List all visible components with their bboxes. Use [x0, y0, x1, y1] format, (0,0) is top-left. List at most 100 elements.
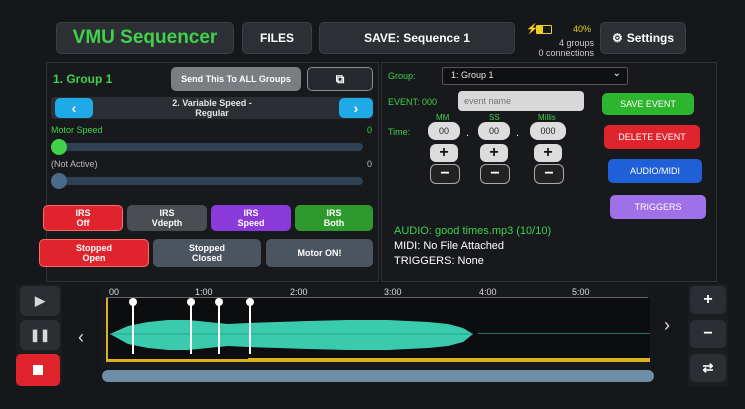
delete-event-button[interactable]: DELETE EVENT — [604, 125, 700, 149]
ss-field[interactable]: 00 — [478, 122, 510, 140]
motor-speed-slider[interactable] — [51, 139, 363, 155]
motor-on-button[interactable]: Motor ON! — [266, 239, 373, 267]
inactive-label: (Not Active) — [51, 159, 98, 169]
ss-increment-button[interactable]: + — [480, 144, 508, 162]
timeline-tick-label: 2:00 — [290, 287, 308, 297]
profile-next-button[interactable]: › — [339, 98, 373, 118]
motor-speed-knob[interactable] — [51, 139, 67, 155]
app-title: VMU Sequencer — [56, 22, 234, 54]
stopped-open-line2: Open — [82, 253, 106, 263]
mm-increment-button[interactable]: + — [430, 144, 458, 162]
irs-both-line2: Both — [323, 218, 345, 228]
ss-decrement-button[interactable]: − — [480, 164, 510, 184]
timeline[interactable]: 00 1:00 2:00 3:00 4:00 5:00 — [102, 284, 650, 368]
ss-label: SS — [489, 113, 500, 122]
event-marker[interactable] — [187, 298, 195, 354]
irs-speed-button[interactable]: IRS Speed — [211, 205, 291, 231]
timeline-tick-label: 5:00 — [572, 287, 590, 297]
triggers-info: TRIGGERS: None — [394, 255, 484, 267]
stopped-closed-button[interactable]: Stopped Closed — [153, 239, 261, 267]
irs-both-button[interactable]: IRS Both — [295, 205, 373, 231]
timeline-scrollbar[interactable] — [102, 370, 654, 382]
stopped-closed-line1: Stopped — [189, 243, 225, 253]
group-select-value: 1: Group 1 — [451, 70, 494, 80]
midi-info: MIDI: No File Attached — [394, 240, 505, 252]
audio-info: AUDIO: good times.mp3 (10/10) — [394, 225, 552, 237]
status-area: ⚡ 40% 4 groups 0 connections — [520, 22, 596, 58]
time-separator-2: . — [516, 127, 520, 139]
irs-off-button[interactable]: IRS Off — [43, 205, 123, 231]
timeline-next-button[interactable]: › — [652, 310, 682, 340]
profile-name-line1: 2. Variable Speed - — [172, 98, 252, 108]
chevron-down-icon: ⌄ — [612, 68, 621, 79]
millis-label: Millis — [538, 113, 556, 122]
mm-field[interactable]: 00 — [428, 122, 460, 140]
zoom-in-button[interactable]: + — [690, 286, 726, 314]
files-button[interactable]: FILES — [242, 22, 312, 54]
inactive-slider[interactable] — [51, 173, 363, 189]
save-button[interactable]: SAVE: Sequence 1 — [319, 22, 515, 54]
stopped-open-button[interactable]: Stopped Open — [39, 239, 149, 267]
group-title: 1. Group 1 — [53, 72, 113, 86]
pause-button[interactable]: ❚❚ — [20, 320, 60, 350]
time-label: Time: — [388, 127, 411, 137]
loop-button[interactable]: ⇄ — [690, 354, 726, 382]
irs-vdepth-line1: IRS — [159, 208, 175, 218]
event-marker[interactable] — [129, 298, 137, 354]
millis-decrement-button[interactable]: − — [534, 164, 564, 184]
screen: VMU Sequencer FILES SAVE: Sequence 1 ⚡ 4… — [0, 0, 745, 409]
mm-decrement-button[interactable]: − — [430, 164, 460, 184]
plus-icon: + — [703, 291, 713, 308]
triggers-button[interactable]: TRIGGERS — [610, 195, 706, 219]
irs-off-line1: IRS — [75, 208, 91, 218]
send-to-all-groups-button[interactable]: Send This To ALL Groups — [171, 67, 301, 91]
timeline-prev-button[interactable]: ‹ — [66, 322, 96, 352]
profile-name-line2: Regular — [195, 108, 229, 118]
event-marker[interactable] — [215, 298, 223, 354]
audio-midi-button[interactable]: AUDIO/MIDI — [608, 159, 702, 183]
audio-track[interactable] — [106, 298, 650, 362]
minus-icon: − — [703, 325, 713, 342]
stop-button[interactable] — [16, 354, 60, 386]
event-number: EVENT: 000 — [388, 97, 438, 107]
irs-vdepth-line2: Vdepth — [151, 218, 183, 228]
stopped-open-line1: Stopped — [76, 243, 112, 253]
profile-selector: ‹ 2. Variable Speed - Regular › — [51, 97, 373, 119]
timeline-tick-label: 4:00 — [479, 287, 497, 297]
irs-speed-line1: IRS — [243, 208, 259, 218]
inactive-value: 0 — [367, 159, 373, 169]
timeline-tick-label: 3:00 — [384, 287, 402, 297]
settings-button[interactable]: ⚙ Settings — [600, 22, 686, 54]
event-panel: Group: 1: Group 1 ⌄ EVENT: 000 Time: MM … — [381, 62, 717, 282]
repeat-icon: ⇄ — [702, 360, 714, 375]
motor-speed-label: Motor Speed — [51, 125, 103, 135]
time-separator-1: . — [466, 127, 470, 139]
play-button[interactable]: ▶ — [20, 286, 60, 316]
stopped-closed-line2: Closed — [191, 253, 222, 263]
transport-strip: ▶ ❚❚ — [16, 284, 62, 386]
pause-icon: ❚❚ — [29, 328, 51, 342]
copy-icon: ⧉ — [335, 71, 345, 86]
connection-count: 0 connections — [538, 48, 594, 58]
millis-field[interactable]: 000 — [530, 122, 566, 140]
event-name-input[interactable] — [458, 91, 584, 111]
settings-label: Settings — [626, 31, 675, 45]
event-marker[interactable] — [246, 298, 254, 354]
inactive-knob[interactable] — [51, 173, 67, 189]
timeline-tick-label: 1:00 — [195, 287, 213, 297]
group-select[interactable]: 1: Group 1 ⌄ — [442, 67, 628, 85]
group-panel: 1. Group 1 Send This To ALL Groups ⧉ ‹ 2… — [39, 62, 379, 282]
group-select-label: Group: — [388, 71, 416, 81]
zoom-out-button[interactable]: − — [690, 320, 726, 348]
battery-icon — [536, 25, 552, 34]
motor-speed-value: 0 — [367, 125, 373, 135]
timeline-tick-label: 00 — [109, 287, 120, 297]
save-event-button[interactable]: SAVE EVENT — [602, 93, 694, 115]
irs-both-line1: IRS — [326, 208, 342, 218]
copy-button[interactable]: ⧉ — [307, 67, 373, 91]
millis-increment-button[interactable]: + — [534, 144, 562, 162]
gear-icon: ⚙ — [611, 31, 623, 45]
play-icon: ▶ — [35, 293, 45, 308]
mm-label: MM — [436, 113, 450, 122]
irs-vdepth-button[interactable]: IRS Vdepth — [127, 205, 207, 231]
